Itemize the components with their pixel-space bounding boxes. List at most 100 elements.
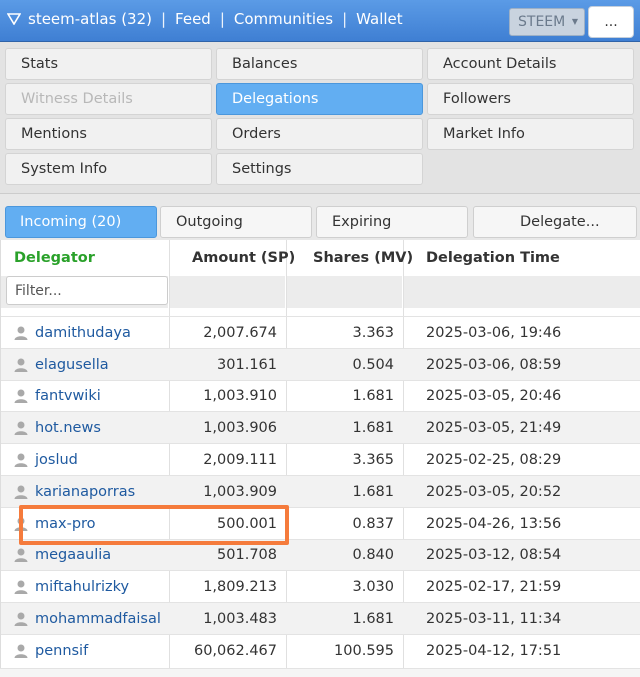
menu-delegations[interactable]: Delegations [216, 83, 423, 115]
header-delegator[interactable]: Delegator [14, 250, 95, 266]
delegation-tabs: Incoming (20) Outgoing Expiring Delegate… [0, 194, 640, 240]
table-row: elagusella 301.161 0.504 2025-03-06, 08:59 [1, 347, 640, 380]
amount-cell: 1,003.910 [203, 388, 277, 405]
section-menu: Stats Balances Account Details Witness D… [0, 42, 640, 194]
menu-balances[interactable]: Balances [216, 48, 423, 80]
time-cell: 2025-03-11, 11:34 [426, 611, 562, 628]
time-cell: 2025-02-17, 21:59 [426, 579, 562, 596]
menu-account-details[interactable]: Account Details [427, 48, 634, 80]
user-icon [13, 388, 29, 404]
delegator-cell: joslud [13, 444, 78, 476]
delegator-cell: mohammadfaisal [13, 603, 161, 635]
table-row: joslud 2,009.111 3.365 2025-02-25, 08:29 [1, 443, 640, 475]
delegator-link[interactable]: max-pro [35, 516, 96, 532]
time-cell: 2025-03-05, 20:46 [426, 388, 562, 405]
delegator-link[interactable]: elagusella [35, 357, 109, 373]
filter-row: Filter... [1, 276, 640, 308]
table-row: pennsif 60,062.467 100.595 2025-04-12, 17:5… [1, 633, 640, 667]
delegator-cell: hot.news [13, 412, 101, 444]
menu-settings[interactable]: Settings [216, 153, 423, 185]
header-amount[interactable]: Amount (SP) [192, 250, 295, 266]
delegator-cell: max-pro [13, 508, 96, 540]
header-shares[interactable]: Shares (MV) [313, 250, 413, 266]
time-cell: 2025-03-12, 08:54 [426, 547, 562, 564]
delegator-cell: fantvwiki [13, 381, 101, 413]
menu-witness-details: Witness Details [5, 83, 212, 115]
table-row: karianaporras 1,003.909 1.681 2025-03-05, 2… [1, 474, 640, 507]
delegator-link[interactable]: joslud [35, 452, 78, 468]
delegator-cell: megaaulia [13, 540, 111, 572]
feed-link[interactable]: Feed [175, 10, 211, 28]
chevron-down-icon: ▼ [571, 17, 578, 26]
menu-stats[interactable]: Stats [5, 48, 212, 80]
amount-cell: 1,003.906 [203, 420, 277, 437]
delegator-link[interactable]: miftahulrizky [35, 579, 129, 595]
header-time[interactable]: Delegation Time [426, 250, 560, 266]
amount-cell: 2,007.674 [203, 324, 277, 341]
user-icon [13, 643, 29, 659]
chain-select[interactable]: STEEM ▼ [509, 8, 585, 36]
filter-cell [404, 276, 640, 308]
delegator-link[interactable]: karianaporras [35, 484, 135, 500]
menu-market-info[interactable]: Market Info [427, 118, 634, 150]
table-body: damithudaya 2,007.674 3.363 2025-03-06, 19:… [1, 316, 640, 666]
wallet-link[interactable]: Wallet [356, 10, 403, 28]
tab-outgoing[interactable]: Outgoing [160, 206, 312, 238]
filter-cell [287, 276, 402, 308]
shares-cell: 1.681 [352, 483, 394, 500]
table-row: miftahulrizky 1,809.213 3.030 2025-02-17, 2… [1, 570, 640, 602]
time-cell: 2025-04-26, 13:56 [426, 515, 562, 532]
menu-system-info[interactable]: System Info [5, 153, 212, 185]
table-row: fantvwiki 1,003.910 1.681 2025-03-05, 20:46 [1, 379, 640, 413]
separator: | [219, 10, 225, 28]
time-cell: 2025-04-12, 17:51 [426, 642, 562, 659]
delegator-link[interactable]: megaaulia [35, 547, 111, 563]
tab-incoming[interactable]: Incoming (20) [5, 206, 157, 238]
filter-input[interactable]: Filter... [6, 276, 168, 305]
user-icon [13, 547, 29, 563]
top-nav: steem-atlas (32) | Feed | Communities | … [6, 10, 403, 28]
user-icon [13, 611, 29, 627]
table-row: max-pro 500.001 0.837 2025-04-26, 13:56 [1, 506, 640, 540]
user-icon [13, 325, 29, 341]
chain-select-value: STEEM [518, 14, 566, 30]
shares-cell: 0.837 [352, 515, 394, 532]
shares-cell: 3.363 [352, 324, 394, 341]
delegations-table: Delegator Amount (SP) Shares (MV) Delega… [0, 240, 640, 677]
communities-link[interactable]: Communities [234, 10, 333, 28]
shares-cell: 0.840 [352, 547, 394, 564]
user-icon [13, 516, 29, 532]
menu-followers[interactable]: Followers [427, 83, 634, 115]
top-bar: steem-atlas (32) | Feed | Communities | … [0, 0, 640, 42]
user-icon [13, 579, 29, 595]
delegator-link[interactable]: pennsif [35, 643, 88, 659]
shares-cell: 1.681 [352, 420, 394, 437]
dropdown-triangle-icon[interactable] [6, 11, 22, 27]
time-cell: 2025-03-06, 08:59 [426, 356, 562, 373]
filter-cell [170, 276, 285, 308]
table-row: mohammadfaisal 1,003.483 1.681 2025-03-11, … [1, 602, 640, 634]
time-cell: 2025-03-05, 21:49 [426, 420, 562, 437]
more-button[interactable]: ... [588, 6, 634, 38]
amount-cell: 1,003.483 [203, 611, 277, 628]
menu-mentions[interactable]: Mentions [5, 118, 212, 150]
table-row: damithudaya 2,007.674 3.363 2025-03-06, 19:… [1, 316, 640, 348]
shares-cell: 100.595 [334, 642, 394, 659]
account-link[interactable]: steem-atlas (32) [28, 10, 152, 28]
amount-cell: 2,009.111 [203, 452, 277, 469]
amount-cell: 301.161 [217, 356, 277, 373]
delegator-link[interactable]: damithudaya [35, 325, 131, 341]
amount-cell: 501.708 [217, 547, 277, 564]
shares-cell: 0.504 [352, 356, 394, 373]
menu-orders[interactable]: Orders [216, 118, 423, 150]
delegator-cell: pennsif [13, 635, 88, 667]
delegator-link[interactable]: hot.news [35, 420, 101, 436]
delegator-cell: miftahulrizky [13, 571, 129, 603]
tab-expiring[interactable]: Expiring [316, 206, 468, 238]
amount-cell: 1,003.909 [203, 483, 277, 500]
delegator-link[interactable]: fantvwiki [35, 388, 101, 404]
time-cell: 2025-02-25, 08:29 [426, 452, 562, 469]
delegate-button[interactable]: Delegate... [473, 206, 637, 238]
user-icon [13, 420, 29, 436]
delegator-link[interactable]: mohammadfaisal [35, 611, 161, 627]
